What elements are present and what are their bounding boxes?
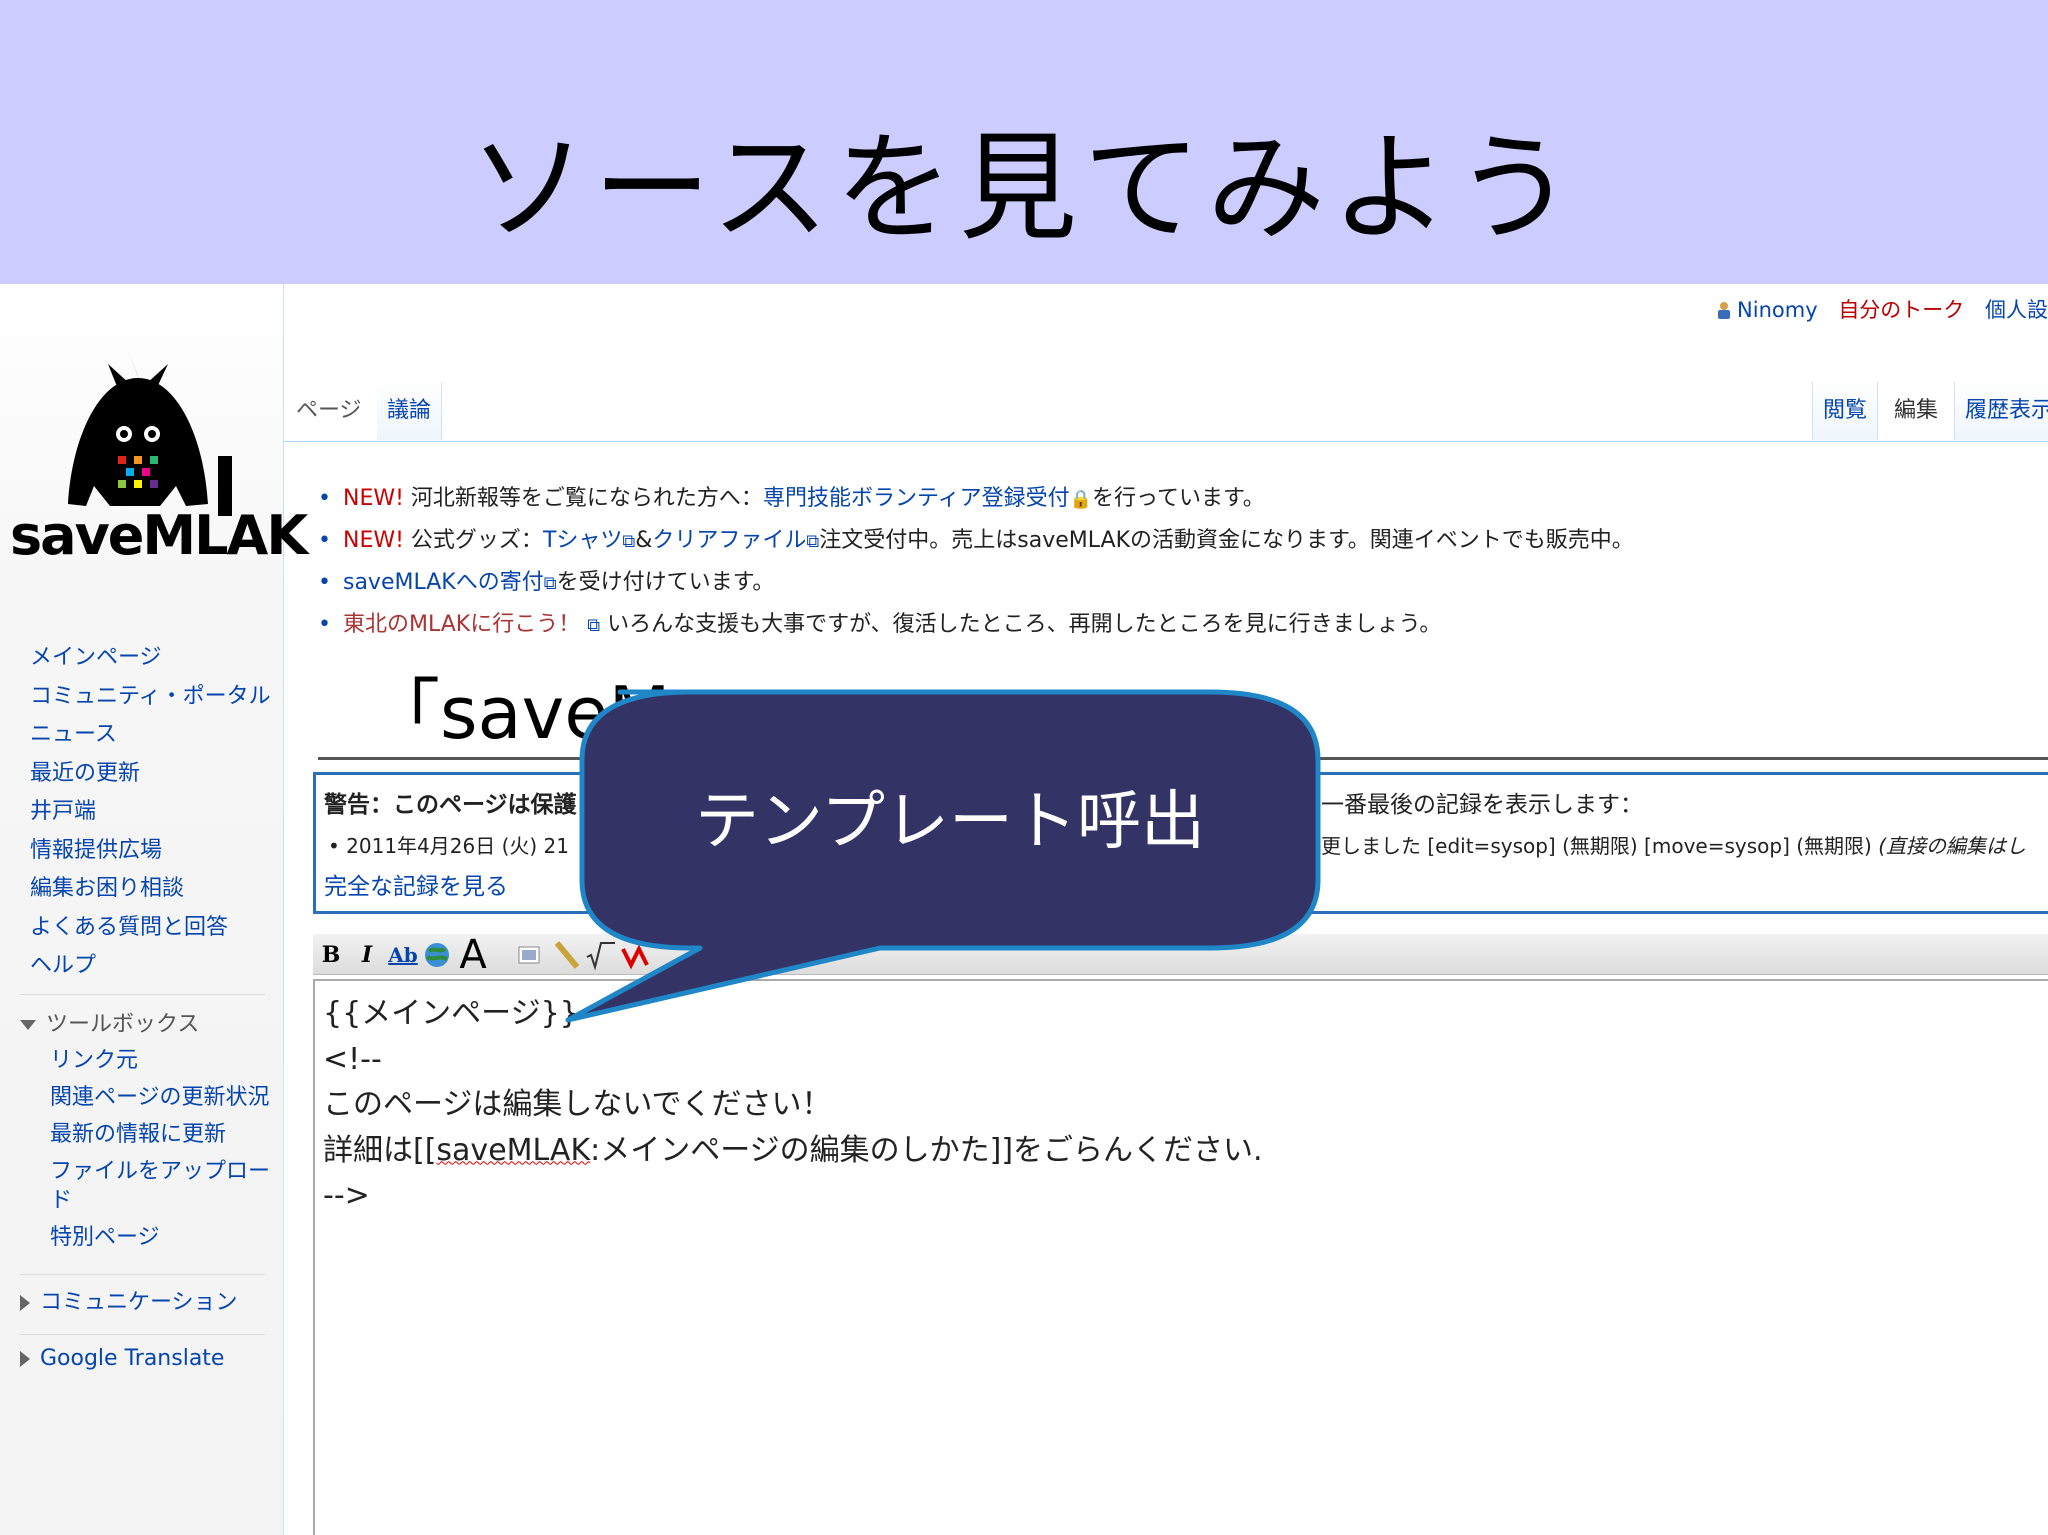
nav-main-page[interactable]: メインページ: [30, 639, 271, 678]
collapse-arrow-icon: [20, 1020, 36, 1030]
spellcheck-underline: saveMLAK: [436, 1132, 591, 1168]
communication-heading[interactable]: コミュニケーション: [20, 1284, 238, 1316]
my-talk-link[interactable]: 自分のトーク: [1838, 298, 1964, 322]
wikitext-editor[interactable]: {{メインページ}} <!-- このページは編集しないでください！ 詳細は[[s…: [313, 979, 2048, 1535]
nav-help[interactable]: ヘルプ: [30, 947, 271, 986]
nav-news[interactable]: ニュース: [30, 716, 271, 755]
site-notice: NEW! 公式グッズ：Tシャツ⧉&クリアファイル⧉注文受付中。売上はsaveML…: [318, 520, 1634, 562]
visit-tohoku-link[interactable]: 東北のMLAKに行こう！: [343, 612, 580, 637]
editor-line: -->: [323, 1178, 370, 1213]
slide-header: ソースを見てみよう: [0, 0, 2048, 284]
toolbox-heading[interactable]: ツールボックス: [20, 1006, 199, 1038]
math-formula-icon[interactable]: [585, 939, 617, 971]
toolbox-list: リンク元 関連ページの更新状況 最新の情報に更新 ファイルをアップロード 特別ペ…: [50, 1046, 275, 1260]
external-link-icon: ⧉: [622, 531, 636, 552]
headline-button[interactable]: A: [457, 935, 489, 975]
callout-label: テンプレート呼出: [694, 785, 1206, 859]
user-link[interactable]: Ninomy: [1717, 298, 1818, 322]
portlet-divider: [20, 994, 265, 995]
personal-tools: Ninomy 自分のトーク 個人設: [1703, 294, 2048, 324]
heading-rule: [318, 757, 2048, 760]
preferences-link[interactable]: 個人設: [1985, 298, 2048, 322]
italic-button[interactable]: I: [351, 939, 383, 971]
tab-edit[interactable]: 編集: [1884, 382, 1949, 440]
tab-history[interactable]: 履歴表示: [1954, 382, 2048, 440]
external-link-globe-icon[interactable]: [423, 939, 455, 971]
expand-arrow-icon: [20, 1351, 30, 1367]
tool-purge[interactable]: 最新の情報に更新: [50, 1120, 275, 1149]
lock-icon: 🔒: [1069, 489, 1093, 510]
protection-log-entry: • 2011年4月26日 (火) 21: [328, 834, 569, 858]
main-navigation: メインページ コミュニティ・ポータル ニュース 最近の更新 井戸端 情報提供広場…: [30, 639, 271, 986]
expand-arrow-icon: [20, 1295, 30, 1311]
warning-title: 警告：このページは保護: [324, 792, 577, 818]
nowiki-icon[interactable]: [619, 939, 651, 971]
sidebar: saveMLAK メインページ コミュニティ・ポータル ニュース 最近の更新 井…: [0, 284, 308, 1535]
tool-what-links-here[interactable]: リンク元: [50, 1046, 275, 1075]
tabs-baseline: [283, 441, 2048, 442]
tab-talk[interactable]: 議論: [377, 382, 443, 440]
site-notice: NEW! 河北新報等をご覧になられた方へ：専門技能ボランティア登録受付🔒を行って…: [318, 478, 1634, 520]
editor-line: <!--: [323, 1041, 382, 1077]
tool-related-changes[interactable]: 関連ページの更新状況: [50, 1083, 275, 1112]
nav-recent-changes[interactable]: 最近の更新: [30, 755, 271, 794]
editor-line: 詳細は[[saveMLAK:メインページの編集のしかた]]をごらんください.: [323, 1132, 1263, 1168]
embedded-image-icon[interactable]: [513, 939, 545, 971]
page-heading: 「saveM: [368, 671, 671, 755]
user-icon: [1718, 302, 1731, 319]
nav-community-portal[interactable]: コミュニティ・ポータル: [30, 678, 271, 717]
tool-upload-file[interactable]: ファイルをアップロード: [50, 1157, 275, 1215]
slide-title: ソースを見てみよう: [468, 119, 1580, 257]
full-log-link[interactable]: 完全な記録を見る: [324, 867, 508, 901]
editor-content: {{メインページ}} <!-- このページは編集しないでください！ 詳細は[[s…: [323, 991, 1263, 1219]
warning-log-intro: 一番最後の記録を表示します：: [1321, 792, 1643, 818]
wiki-screenshot: Ninomy 自分のトーク 個人設 saveMLAK メインページ コミュニティ…: [0, 284, 2048, 1535]
google-translate-heading[interactable]: Google Translate: [20, 1346, 224, 1371]
volunteer-registration-link[interactable]: 専門技能ボランティア登録受付: [763, 486, 1070, 511]
external-link-icon: ⧉: [806, 531, 820, 552]
bold-button[interactable]: B: [315, 939, 347, 971]
user-name: Ninomy: [1737, 298, 1818, 322]
nav-village-pump[interactable]: 井戸端: [30, 793, 271, 832]
internal-link-button[interactable]: Ab: [387, 939, 419, 971]
editor-line: このページは編集しないでください！: [323, 1087, 832, 1122]
nav-faq[interactable]: よくある質問と回答: [30, 909, 271, 948]
tshirt-link[interactable]: Tシャツ: [543, 528, 622, 553]
logo-wordmark: saveMLAK: [10, 504, 308, 567]
nav-editing-help-desk[interactable]: 編集お困り相談: [30, 870, 271, 909]
donation-link[interactable]: saveMLAKへの寄付: [343, 570, 544, 595]
site-notice: 東北のMLAKに行こう！ ⧉ いろんな支援も大事ですが、復活したところ、再開した…: [318, 604, 1634, 646]
external-link-icon: ⧉: [543, 573, 557, 594]
protection-log-detail: 更しました [edit=sysop] (無期限) [move=sysop] (無…: [1321, 834, 2027, 858]
clear-file-link[interactable]: クリアファイル: [652, 528, 806, 553]
tab-page[interactable]: ページ: [286, 382, 372, 440]
tool-special-pages[interactable]: 特別ページ: [50, 1223, 275, 1252]
site-notice-list: NEW! 河北新報等をご覧になられた方へ：専門技能ボランティア登録受付🔒を行って…: [318, 478, 1634, 646]
edit-toolbar: B I Ab A: [313, 934, 2048, 975]
tab-read[interactable]: 閲覧: [1812, 382, 1879, 440]
editor-line: {{メインページ}}: [323, 996, 579, 1031]
external-link-icon: ⧉: [587, 615, 601, 636]
portlet-divider: [20, 1274, 265, 1275]
portlet-divider: [20, 1334, 265, 1335]
media-link-icon[interactable]: [551, 939, 583, 971]
nav-info-square[interactable]: 情報提供広場: [30, 832, 271, 871]
site-notice: saveMLAKへの寄付⧉を受け付けています。: [318, 562, 1634, 604]
